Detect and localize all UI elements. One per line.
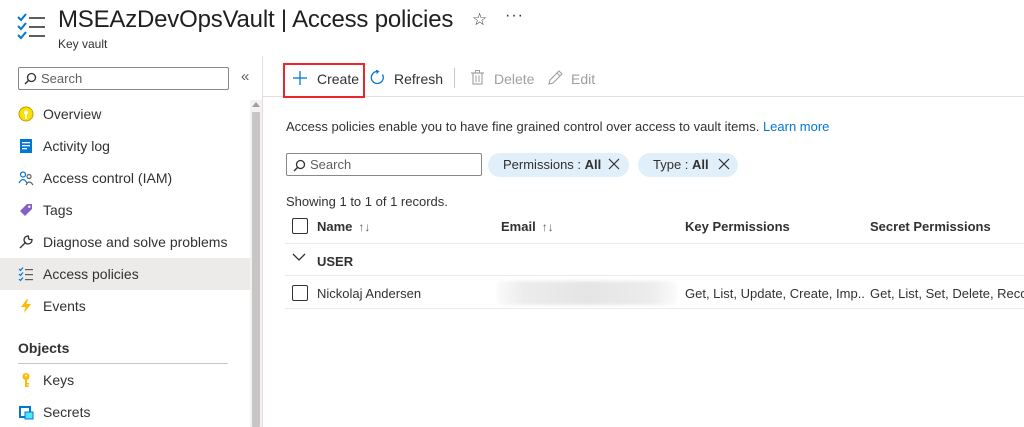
- sidebar-section-objects: Objects: [18, 340, 70, 356]
- cell-key-permissions: Get, List, Update, Create, Imp...: [685, 286, 865, 301]
- key-icon: [22, 373, 30, 387]
- delete-label: Delete: [494, 71, 535, 87]
- scroll-up-arrow-icon[interactable]: [252, 102, 260, 107]
- select-all-checkbox[interactable]: [292, 218, 308, 234]
- sidebar-item-access-control[interactable]: Access control (IAM): [0, 162, 250, 194]
- cell-name[interactable]: Nickolaj Andersen: [317, 286, 492, 301]
- content-search-input[interactable]: [310, 155, 478, 174]
- search-icon: [24, 72, 37, 85]
- sidebar-item-label: Diagnose and solve problems: [43, 234, 228, 250]
- sidebar-item-overview[interactable]: Overview: [0, 98, 250, 130]
- tag-icon: [20, 204, 32, 216]
- create-highlight-box: [283, 63, 365, 98]
- records-count: Showing 1 to 1 of 1 records.: [286, 194, 448, 209]
- close-icon[interactable]: [608, 158, 620, 170]
- edit-label: Edit: [571, 71, 596, 87]
- type-filter-pill[interactable]: Type : All: [638, 153, 738, 177]
- permissions-filter-pill[interactable]: Permissions : All: [488, 153, 629, 177]
- command-bar: Create Refresh Delete Edit: [263, 56, 1024, 98]
- collapse-sidebar-button[interactable]: «: [241, 68, 249, 85]
- sort-icon[interactable]: ↑↓: [542, 220, 554, 234]
- row-divider: [285, 243, 1024, 244]
- scrollbar-thumb[interactable]: [252, 112, 260, 427]
- trash-icon: [471, 70, 484, 85]
- search-icon: [293, 159, 306, 172]
- sidebar-item-activity-log[interactable]: Activity log: [0, 130, 250, 162]
- sidebar-item-access-policies[interactable]: Access policies: [0, 258, 250, 290]
- filter-label: Type : All: [653, 157, 709, 172]
- sidebar-item-label: Overview: [43, 106, 102, 122]
- wrench-icon: [19, 235, 33, 249]
- activity-log-icon: [20, 139, 32, 153]
- group-label-user: USER: [317, 254, 354, 269]
- lightning-icon: [21, 299, 31, 313]
- cell-secret-permissions: Get, List, Set, Delete, Recov: [870, 286, 1024, 301]
- sidebar-item-label: Activity log: [43, 138, 110, 154]
- sidebar-item-diagnose[interactable]: Diagnose and solve problems: [0, 226, 250, 258]
- refresh-label: Refresh: [394, 71, 444, 87]
- secret-icon: [19, 406, 34, 420]
- page-header: MSEAzDevOpsVault | Access policies Key v…: [0, 0, 1024, 56]
- sidebar-item-tags[interactable]: Tags: [0, 194, 250, 226]
- refresh-icon: [370, 70, 384, 85]
- column-header-name[interactable]: Name ↑↓: [317, 219, 370, 234]
- row-divider: [285, 275, 1024, 276]
- filter-label: Permissions : All: [503, 157, 602, 172]
- info-description: Access policies enable you to have fine …: [286, 119, 829, 134]
- sidebar-item-label: Secrets: [43, 404, 91, 420]
- sort-icon[interactable]: ↑↓: [358, 220, 370, 234]
- sidebar-item-label: Keys: [43, 372, 75, 388]
- info-text: Access policies enable you to have fine …: [286, 119, 760, 134]
- column-header-email[interactable]: Email ↑↓: [501, 219, 554, 234]
- sidebar: « Overview Activity log Access control (…: [0, 56, 262, 427]
- sidebar-item-secrets[interactable]: Secrets: [0, 396, 250, 427]
- favorite-star-icon[interactable]: ☆: [472, 10, 487, 30]
- sidebar-search[interactable]: [18, 67, 229, 90]
- people-icon: [18, 171, 34, 186]
- sidebar-item-events[interactable]: Events: [0, 290, 250, 322]
- sidebar-item-label: Access control (IAM): [43, 170, 173, 186]
- row-checkbox[interactable]: [292, 285, 308, 301]
- sidebar-item-label: Events: [43, 298, 86, 314]
- checklist-icon: [18, 267, 33, 282]
- page-title: MSEAzDevOpsVault | Access policies: [58, 6, 454, 33]
- redacted-email: [497, 281, 677, 305]
- row-divider: [285, 308, 1024, 309]
- chevron-down-icon[interactable]: [292, 253, 306, 262]
- page-subtitle: Key vault: [58, 37, 108, 51]
- sidebar-scrollbar[interactable]: [250, 100, 262, 427]
- pencil-icon: [548, 70, 563, 85]
- close-icon[interactable]: [718, 158, 730, 170]
- column-header-key-permissions: Key Permissions: [685, 219, 790, 234]
- sidebar-item-label: Access policies: [43, 266, 139, 282]
- content-search[interactable]: [286, 153, 482, 176]
- sidebar-search-input[interactable]: [41, 69, 225, 88]
- more-options-button[interactable]: ···: [505, 7, 524, 25]
- access-policies-icon: [17, 13, 45, 40]
- main-content: Create Refresh Delete Edit Access polici…: [262, 56, 1024, 427]
- sidebar-item-keys[interactable]: Keys: [0, 364, 250, 396]
- column-header-secret-permissions: Secret Permissions: [870, 219, 991, 234]
- toolbar-separator: [454, 68, 455, 88]
- learn-more-link[interactable]: Learn more: [763, 119, 829, 134]
- sidebar-item-label: Tags: [43, 202, 73, 218]
- overview-icon: [18, 106, 34, 122]
